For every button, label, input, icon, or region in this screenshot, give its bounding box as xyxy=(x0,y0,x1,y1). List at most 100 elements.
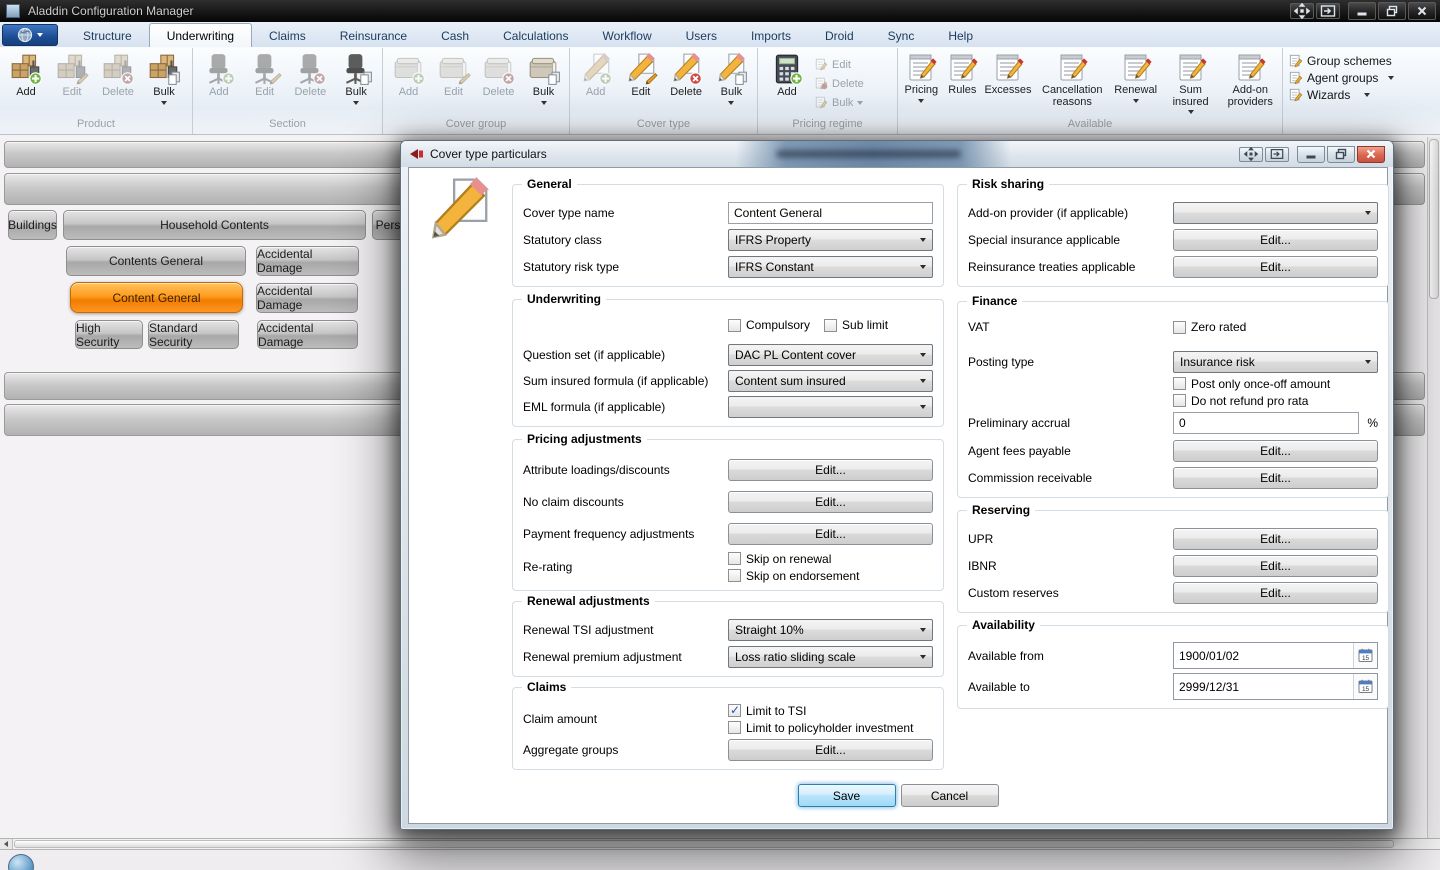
tab-users[interactable]: Users xyxy=(669,24,734,47)
tab-droid[interactable]: Droid xyxy=(808,24,871,47)
pricing-regime-bulk-button[interactable]: Bulk xyxy=(813,93,866,112)
renewal-tsi-adjustment-select[interactable]: Straight 10% xyxy=(728,619,933,641)
cover-group-add-button[interactable]: Add xyxy=(386,51,431,99)
special-insurance-edit-button[interactable]: Edit... xyxy=(1173,229,1378,251)
cover-group-bulk-button[interactable]: Bulk xyxy=(521,51,566,105)
calendar-button[interactable] xyxy=(1353,674,1377,699)
cover-type-bulk-button[interactable]: Bulk xyxy=(709,51,754,105)
tab-workflow[interactable]: Workflow xyxy=(585,24,668,47)
reinsurance-treaties-edit-button[interactable]: Edit... xyxy=(1173,256,1378,278)
calendar-button[interactable] xyxy=(1353,643,1377,668)
restore-button[interactable] xyxy=(1378,2,1406,20)
move-window-button[interactable] xyxy=(1290,3,1314,19)
custom-reserves-edit-button[interactable]: Edit... xyxy=(1173,582,1378,604)
dialog-close-button[interactable] xyxy=(1357,146,1385,163)
group-schemes-button[interactable]: Group schemes xyxy=(1289,54,1440,68)
upr-edit-button[interactable]: Edit... xyxy=(1173,528,1378,550)
horizontal-scrollbar[interactable] xyxy=(0,838,1440,850)
application-menu-button[interactable] xyxy=(2,24,58,46)
cover-type-delete-button[interactable]: Delete xyxy=(664,51,709,99)
agent-fees-edit-button[interactable]: Edit... xyxy=(1173,440,1378,462)
product-edit-button[interactable]: Edit xyxy=(49,51,95,99)
tab-cash[interactable]: Cash xyxy=(424,24,486,47)
renewal-button[interactable]: Renewal xyxy=(1110,51,1162,103)
compulsory-checkbox[interactable]: Compulsory xyxy=(728,318,810,332)
no-refund-pro-rata-checkbox[interactable]: Do not refund pro rata xyxy=(1173,394,1378,408)
cover-group-delete-button[interactable]: Delete xyxy=(476,51,521,99)
cover-group-edit-button[interactable]: Edit xyxy=(431,51,476,99)
cover-type-add-button[interactable]: Add xyxy=(573,51,618,99)
tree-node-buildings[interactable]: Buildings xyxy=(8,210,57,240)
agent-groups-button[interactable]: Agent groups xyxy=(1289,71,1440,85)
tree-node-high-security[interactable]: High Security xyxy=(75,320,143,349)
post-once-off-checkbox[interactable]: Post only once-off amount xyxy=(1173,377,1378,391)
commission-receivable-edit-button[interactable]: Edit... xyxy=(1173,467,1378,489)
sum-insured-formula-select[interactable]: Content sum insured xyxy=(728,370,933,392)
dock-window-button[interactable] xyxy=(1316,3,1340,19)
tab-help[interactable]: Help xyxy=(931,24,990,47)
skip-on-endorsement-checkbox[interactable]: Skip on endorsement xyxy=(728,569,933,583)
aggregate-groups-edit-button[interactable]: Edit... xyxy=(728,739,933,761)
rules-button[interactable]: Rules xyxy=(944,51,981,97)
pricing-button[interactable]: Pricing xyxy=(899,51,944,103)
section-edit-button[interactable]: Edit xyxy=(242,51,288,99)
section-bulk-button[interactable]: Bulk xyxy=(333,51,379,105)
skip-on-renewal-checkbox[interactable]: Skip on renewal xyxy=(728,552,933,566)
renewal-premium-adjustment-select[interactable]: Loss ratio sliding scale xyxy=(728,646,933,668)
tab-structure[interactable]: Structure xyxy=(66,24,149,47)
sub-limit-checkbox[interactable]: Sub limit xyxy=(824,318,888,332)
tab-underwriting[interactable]: Underwriting xyxy=(149,23,252,47)
sum-insured-button[interactable]: Sum insured xyxy=(1162,51,1220,114)
tree-node-contents-general[interactable]: Contents General xyxy=(66,246,246,276)
tree-node-household-contents[interactable]: Household Contents xyxy=(63,210,366,240)
attribute-loadings-edit-button[interactable]: Edit... xyxy=(728,459,933,481)
dialog-move-button[interactable] xyxy=(1239,147,1263,162)
cover-type-edit-button[interactable]: Edit xyxy=(618,51,663,99)
wizards-button[interactable]: Wizards xyxy=(1289,88,1440,102)
no-claim-discounts-edit-button[interactable]: Edit... xyxy=(728,491,933,513)
vertical-scrollbar[interactable] xyxy=(1427,137,1440,840)
tab-sync[interactable]: Sync xyxy=(871,24,932,47)
ibnr-edit-button[interactable]: Edit... xyxy=(1173,555,1378,577)
cover-type-name-input[interactable] xyxy=(728,202,933,224)
posting-type-select[interactable]: Insurance risk xyxy=(1173,351,1378,373)
zero-rated-checkbox[interactable]: Zero rated xyxy=(1173,320,1378,334)
dialog-minimize-button[interactable] xyxy=(1297,146,1325,163)
preliminary-accrual-input[interactable] xyxy=(1173,412,1359,434)
limit-to-tsi-checkbox[interactable]: Limit to TSI xyxy=(728,704,933,718)
status-sphere-icon[interactable] xyxy=(8,854,34,870)
dialog-restore-button[interactable] xyxy=(1327,146,1355,163)
minimize-button[interactable] xyxy=(1348,2,1376,20)
statutory-risk-type-select[interactable]: IFRS Constant xyxy=(728,256,933,278)
save-button[interactable]: Save xyxy=(798,784,896,807)
question-set-select[interactable]: DAC PL Content cover xyxy=(728,344,933,366)
available-from-input[interactable] xyxy=(1174,649,1353,663)
add-on-provider-select[interactable] xyxy=(1173,202,1378,224)
available-to-datepicker[interactable] xyxy=(1173,673,1378,700)
tree-node-accidental-damage-3[interactable]: Accidental Damage xyxy=(257,320,358,349)
cancellation-reasons-button[interactable]: Cancellation reasons xyxy=(1035,51,1110,108)
tree-node-accidental-damage-2[interactable]: Accidental Damage xyxy=(256,283,358,313)
scroll-left-arrow[interactable] xyxy=(0,839,13,849)
product-add-button[interactable]: Add xyxy=(3,51,49,99)
tree-node-accidental-damage-1[interactable]: Accidental Damage xyxy=(256,246,359,276)
eml-formula-select[interactable] xyxy=(728,396,933,418)
tree-node-content-general-selected[interactable]: Content General xyxy=(70,282,243,313)
excesses-button[interactable]: Excesses xyxy=(981,51,1035,97)
scrollbar-thumb[interactable] xyxy=(14,840,1394,848)
section-delete-button[interactable]: Delete xyxy=(288,51,334,99)
pricing-regime-edit-button[interactable]: Edit xyxy=(813,55,866,74)
section-add-button[interactable]: Add xyxy=(196,51,242,99)
tab-calculations[interactable]: Calculations xyxy=(486,24,585,47)
tab-reinsurance[interactable]: Reinsurance xyxy=(323,24,424,47)
add-on-providers-button[interactable]: Add-on providers xyxy=(1219,51,1281,108)
close-button[interactable] xyxy=(1408,2,1436,20)
limit-to-policyholder-checkbox[interactable]: Limit to policyholder investment xyxy=(728,721,933,735)
product-delete-button[interactable]: Delete xyxy=(95,51,141,99)
pricing-regime-delete-button[interactable]: Delete xyxy=(813,74,866,93)
available-from-datepicker[interactable] xyxy=(1173,642,1378,669)
tree-node-standard-security[interactable]: Standard Security xyxy=(148,320,239,349)
statutory-class-select[interactable]: IFRS Property xyxy=(728,229,933,251)
payment-frequency-edit-button[interactable]: Edit... xyxy=(728,523,933,545)
available-to-input[interactable] xyxy=(1174,680,1353,694)
